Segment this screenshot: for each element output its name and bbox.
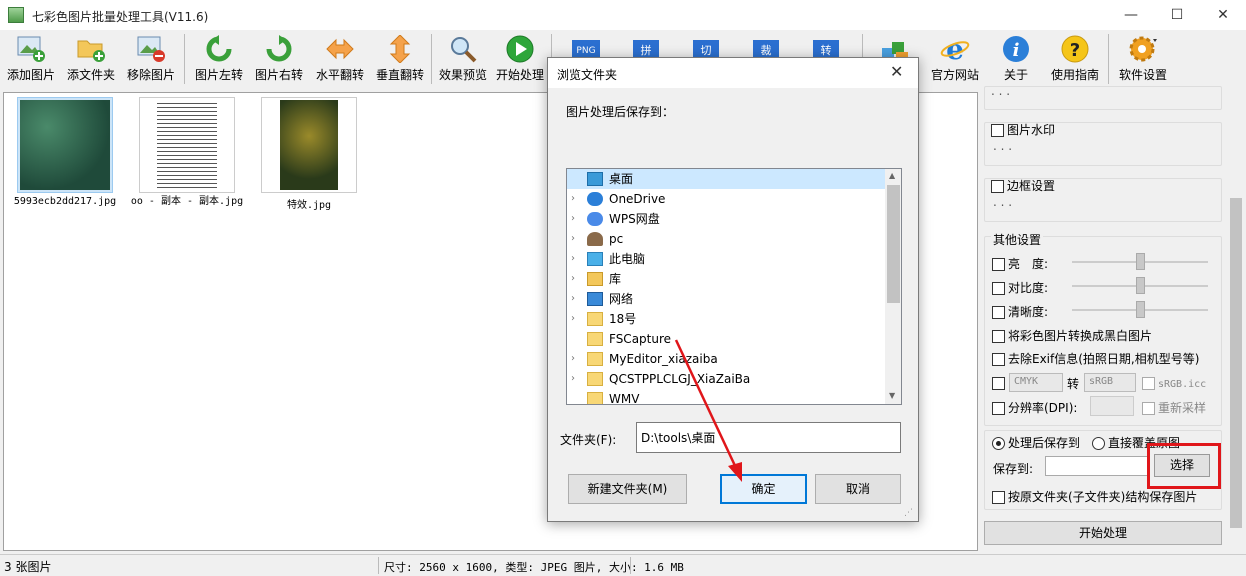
annotation-arrow bbox=[674, 339, 742, 482]
annotation-arrow-head bbox=[728, 462, 742, 482]
annotation-arrow-line bbox=[674, 339, 739, 471]
